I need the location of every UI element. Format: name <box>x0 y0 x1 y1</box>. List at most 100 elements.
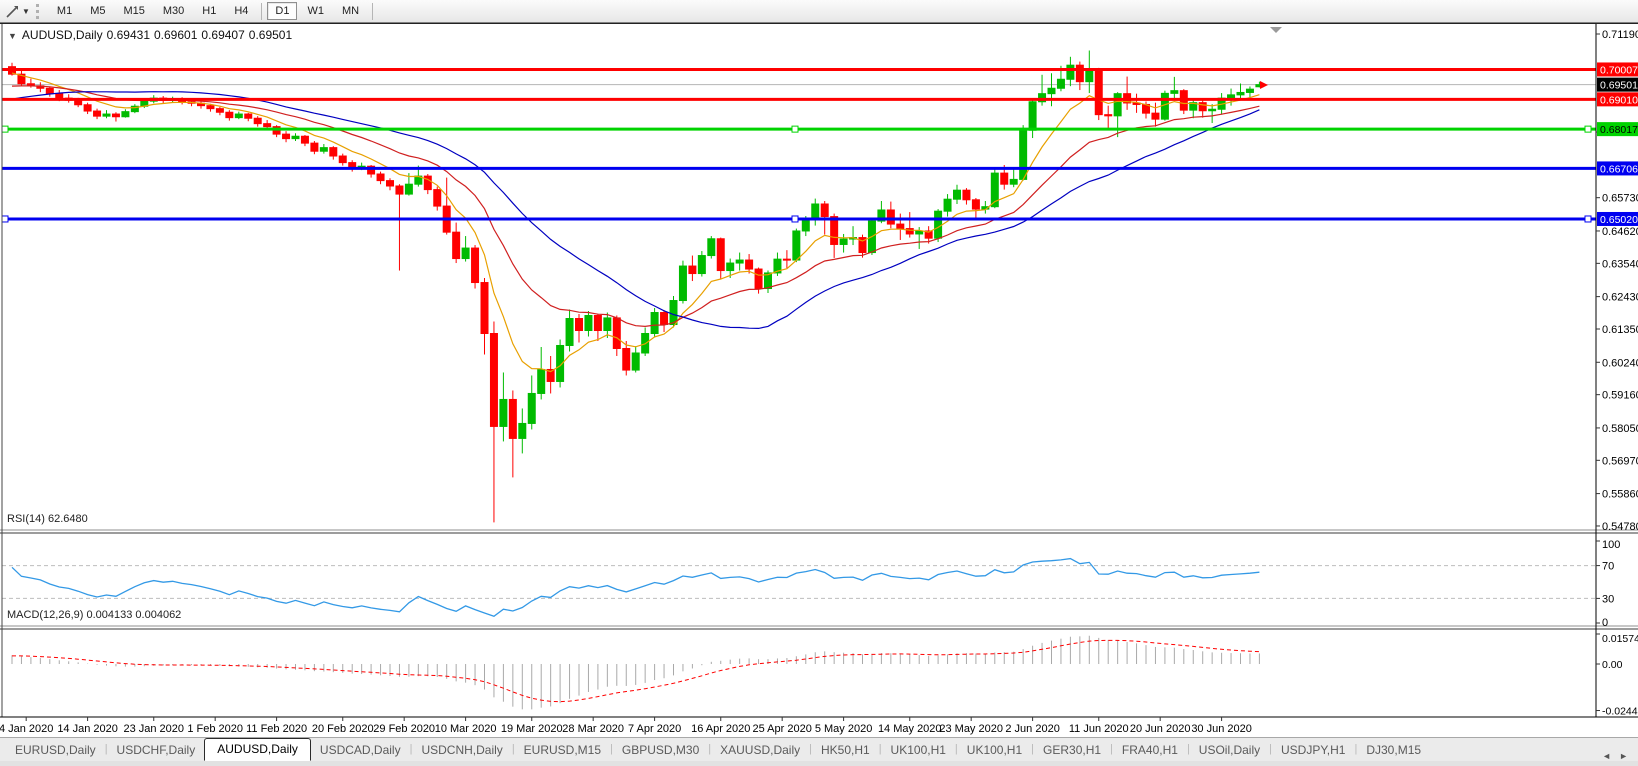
date-tick-label: 19 Mar 2020 <box>501 723 563 735</box>
macd-tick-label: -0.024412 <box>1602 706 1638 718</box>
moving-average-sma30 <box>11 91 1260 330</box>
rsi-tick-label: 0 <box>1602 617 1608 629</box>
candle <box>915 230 924 235</box>
chart-tab-usdcad-daily[interactable]: USDCAD,Daily <box>311 740 410 761</box>
macd-panel[interactable] <box>11 635 1260 710</box>
timeframe-button-d1[interactable]: D1 <box>267 2 298 20</box>
toolbar-drag-handle[interactable] <box>35 3 42 19</box>
chart-tab-eurusd-daily[interactable]: EURUSD,Daily <box>6 740 105 761</box>
line-handle[interactable] <box>2 125 9 133</box>
date-tick-label: 7 Apr 2020 <box>628 723 681 735</box>
rsi-panel[interactable] <box>2 557 1596 618</box>
chart-tab-usdchf-daily[interactable]: USDCHF,Daily <box>108 740 205 761</box>
candle <box>1094 69 1103 116</box>
date-tick-label: 11 Jun 2020 <box>1069 723 1129 735</box>
candle <box>508 398 517 439</box>
date-tick-label: 20 Feb 2020 <box>312 723 374 735</box>
candle <box>830 216 839 245</box>
chart-tab-xauusd-daily[interactable]: XAUUSD,Daily <box>711 740 809 761</box>
candle <box>489 333 498 427</box>
line-price-badge-label: 0.68017 <box>1600 124 1638 136</box>
ohlc-close: 0.69501 <box>248 28 293 42</box>
candle <box>801 219 810 232</box>
chart-tab-uk100-h1[interactable]: UK100,H1 <box>958 740 1031 761</box>
ohlc-collapse-icon[interactable]: ▼ <box>8 31 17 41</box>
candle <box>1245 88 1254 93</box>
tool-dropdown-caret-icon[interactable]: ▼ <box>22 7 30 16</box>
candle <box>234 113 243 119</box>
candle <box>1227 94 1236 99</box>
candle <box>896 223 905 230</box>
price-tick-label: 0.55860 <box>1602 489 1638 501</box>
timeframe-button-h4[interactable]: H4 <box>226 2 256 20</box>
candle <box>1113 93 1122 117</box>
line-handle[interactable] <box>1584 215 1592 223</box>
chart-tab-usdcnh-daily[interactable]: USDCNH,Daily <box>412 740 511 761</box>
candle <box>1028 101 1037 131</box>
chart-tab-uk100-h1[interactable]: UK100,H1 <box>882 740 955 761</box>
timeframe-button-m30[interactable]: M30 <box>155 2 192 20</box>
candle <box>244 113 253 119</box>
chart-tab-eurusd-m15[interactable]: EURUSD,M15 <box>515 740 610 761</box>
chart-shift-marker-icon[interactable] <box>1270 27 1282 33</box>
candle <box>962 189 971 201</box>
current-price-badge-label: 0.69501 <box>1600 80 1638 92</box>
chart-tab-fra40-h1[interactable]: FRA40,H1 <box>1113 740 1187 761</box>
line-handle[interactable] <box>2 215 9 223</box>
line-handle[interactable] <box>791 125 799 133</box>
tab-scroll-right-icon[interactable]: ► <box>1619 751 1628 761</box>
candle <box>792 230 801 261</box>
candle <box>111 113 120 118</box>
chart-tab-audusd-daily[interactable]: AUDUSD,Daily <box>204 738 311 761</box>
price-tick-label: 0.71190 <box>1602 29 1638 41</box>
candle <box>575 318 583 332</box>
timeframe-button-mn[interactable]: MN <box>334 2 367 20</box>
timeframe-button-m5[interactable]: M5 <box>82 2 113 20</box>
candle <box>319 147 328 152</box>
candle <box>1019 129 1028 180</box>
chart-tab-ger30-h1[interactable]: GER30,H1 <box>1034 740 1110 761</box>
candle <box>1000 172 1009 185</box>
candle <box>953 189 961 200</box>
candle <box>499 398 508 427</box>
chart-tab-gbpusd-m30[interactable]: GBPUSD,M30 <box>613 740 708 761</box>
candle <box>452 231 461 260</box>
candle <box>934 210 943 239</box>
line-handle[interactable] <box>1584 125 1592 133</box>
line-price-badge-label: 0.70007 <box>1600 64 1638 76</box>
date-tick-label: 28 Mar 2020 <box>562 723 624 735</box>
chart-canvas[interactable]: 0.711900.679200.657300.646200.635400.624… <box>0 24 1638 737</box>
chart-tab-usdjpy-h1[interactable]: USDJPY,H1 <box>1272 740 1354 761</box>
line-handle[interactable] <box>791 215 799 223</box>
timeframe-buttons: M1 M5 M15 M30 H1 H4 D1 W1 MN <box>48 2 377 20</box>
price-tick-label: 0.58050 <box>1602 423 1638 435</box>
chart-window[interactable]: 0.711900.679200.657300.646200.635400.624… <box>0 23 1638 737</box>
candle <box>943 198 952 212</box>
candle <box>282 133 291 140</box>
candle <box>707 238 716 257</box>
timeframe-button-h1[interactable]: H1 <box>194 2 224 20</box>
timeframe-button-w1[interactable]: W1 <box>299 2 332 20</box>
chart-tab-dj30-m15[interactable]: DJ30,M15 <box>1357 740 1430 761</box>
main-panel[interactable] <box>2 50 1596 523</box>
rsi-name: RSI(14) <box>7 513 45 525</box>
candle <box>386 180 394 187</box>
cursor-tool-icon[interactable] <box>4 3 21 20</box>
chart-tab-hk50-h1[interactable]: HK50,H1 <box>812 740 879 761</box>
candle <box>565 318 574 346</box>
candle <box>471 247 480 284</box>
candle <box>291 135 300 140</box>
moving-average-ema20 <box>11 85 1260 328</box>
symbol-label: AUDUSD,Daily <box>21 28 103 42</box>
time-axis[interactable]: 4 Jan 2020 14 Jan 2020 23 Jan 2020 1 Feb 20… <box>0 717 1252 735</box>
chart-tab-usoil-daily[interactable]: USOil,Daily <box>1190 740 1269 761</box>
tab-scroll-left-icon[interactable]: ◄ <box>1602 751 1611 761</box>
candle <box>1104 114 1113 117</box>
chart-tabs: EURUSD,Daily | USDCHF,Daily AUDUSD,Daily USD… <box>0 737 1592 761</box>
date-tick-label: 14 Jan 2020 <box>57 723 118 735</box>
timeframe-button-m1[interactable]: M1 <box>49 2 80 20</box>
timeframe-button-m15[interactable]: M15 <box>115 2 152 20</box>
line-price-badge-label: 0.65020 <box>1600 214 1638 226</box>
line-price-badge-label: 0.69010 <box>1600 94 1638 106</box>
candle <box>735 259 744 264</box>
